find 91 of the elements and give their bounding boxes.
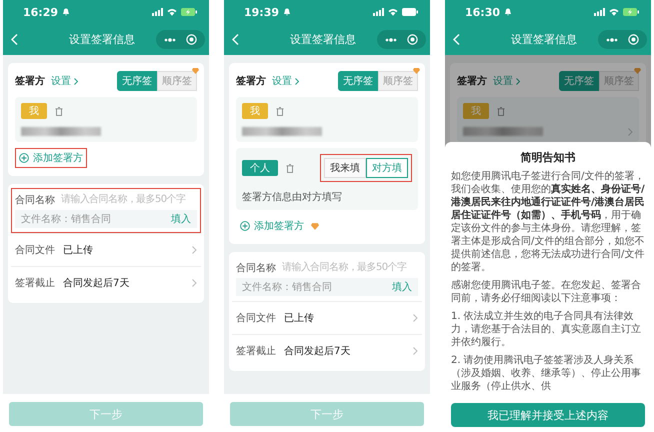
- row-value: 已上传: [284, 312, 314, 325]
- field-label: 合同名称: [236, 262, 276, 274]
- page-title: 设置签署信息: [289, 32, 357, 47]
- wifi-icon: [609, 8, 619, 16]
- fill-in-link[interactable]: 填入: [171, 212, 191, 226]
- page-title: 设置签署信息: [510, 32, 578, 47]
- page-title: 设置签署信息: [68, 32, 136, 47]
- party-note: 签署方信息由对方填写: [242, 190, 343, 204]
- fill-mode-option[interactable]: 对方填: [366, 158, 408, 178]
- chevron-icon: [628, 128, 633, 136]
- trash-icon[interactable]: [276, 106, 284, 116]
- bell-icon: [283, 8, 292, 16]
- more-icon[interactable]: [385, 38, 397, 42]
- signal-icon: [373, 8, 384, 16]
- notice-paragraph: 2. 请勿使用腾讯电子签签署涉及人身关系（涉及婚姻、收养、继承等）、停止公用事业服务（停止供水、供: [451, 354, 642, 393]
- suggestion-text: 文件名称：销售合同: [242, 280, 333, 294]
- status-time: 16:29: [23, 6, 58, 18]
- order-tab[interactable]: 无序签: [117, 71, 157, 91]
- wifi-icon: [167, 8, 177, 16]
- signers-label: 签署方: [236, 74, 266, 88]
- order-tab[interactable]: 无序签: [559, 71, 599, 91]
- status-time: 19:39: [244, 6, 280, 18]
- row-label: 合同文件: [15, 244, 56, 257]
- capsule-menu[interactable]: [598, 30, 647, 49]
- close-target-icon[interactable]: [186, 34, 197, 45]
- capsule-menu[interactable]: [156, 30, 205, 49]
- add-signer-button[interactable]: 添加签署方: [236, 216, 308, 236]
- back-icon[interactable]: [453, 34, 460, 45]
- party-tag: 个人: [242, 160, 278, 176]
- order-tab[interactable]: 顺序签: [157, 71, 197, 91]
- field-label: 合同名称: [15, 194, 55, 206]
- diamond-icon: [413, 68, 420, 74]
- chevron-icon: [413, 347, 418, 355]
- chevron-icon: [192, 246, 197, 254]
- trash-icon[interactable]: [55, 106, 63, 116]
- order-tab[interactable]: 顺序签: [599, 71, 639, 91]
- row-value: 已上传: [63, 244, 93, 257]
- notice-title: 简明告知书: [520, 150, 576, 165]
- settings-link[interactable]: 设置: [272, 74, 292, 88]
- more-icon[interactable]: [164, 38, 176, 42]
- diamond-icon: [192, 68, 199, 74]
- signers-label: 签署方: [15, 74, 45, 88]
- close-target-icon[interactable]: [407, 34, 418, 45]
- order-tab[interactable]: 顺序签: [378, 71, 418, 91]
- fill-in-link[interactable]: 填入: [392, 280, 412, 294]
- notice-paragraph: 感谢您使用腾讯电子签。在您发起、签署合同前，请务必仔细阅读以下注意事项：: [451, 279, 642, 305]
- back-icon[interactable]: [232, 34, 239, 45]
- setting-row[interactable]: 合同文件 已上传: [232, 301, 422, 334]
- contract-name-input[interactable]: 请输入合同名称，最多50个字: [282, 260, 418, 275]
- row-label: 合同文件: [236, 312, 277, 325]
- signal-icon: [594, 8, 605, 16]
- add-signer-button[interactable]: 添加签署方: [15, 148, 87, 168]
- diamond-icon: [634, 68, 641, 74]
- bell-icon: [504, 8, 512, 16]
- chevron-icon: [413, 314, 418, 322]
- setting-row[interactable]: 签署截止 合同发起后7天: [232, 334, 422, 367]
- suggestion-text: 文件名称：销售合同: [21, 212, 112, 226]
- chevron-icon: [295, 78, 299, 84]
- contract-name-input[interactable]: 请输入合同名称，最多50个字: [61, 192, 197, 207]
- trash-icon[interactable]: [286, 164, 294, 172]
- settings-link[interactable]: 设置: [51, 74, 71, 88]
- order-tab[interactable]: 无序签: [338, 71, 378, 91]
- accept-button[interactable]: 我已理解并接受上述内容: [451, 403, 645, 427]
- notice-paragraph: 1. 依法成立并生效的电子合同具有法律效力，请您基于合法目的、真实意愿自主订立并依约履行。: [451, 310, 642, 349]
- row-value: 合同发起后7天: [284, 344, 350, 358]
- wifi-icon: [388, 8, 398, 16]
- chevron-icon: [192, 279, 197, 287]
- signal-icon: [152, 8, 163, 16]
- more-icon[interactable]: [606, 38, 618, 42]
- back-icon[interactable]: [11, 34, 18, 45]
- close-target-icon[interactable]: [628, 34, 639, 45]
- signers-label: 签署方: [457, 74, 487, 88]
- settings-link[interactable]: 设置: [493, 74, 513, 88]
- party-tag: 我: [242, 103, 268, 119]
- notice-paragraph: 如您使用腾讯电子签进行合同/文件的签署，我们会收集、使用您的真实姓名、身份证号/港澳居民来往内地通行证证件号/港澳台居民居住证证件号（如需）、手机号码，用于确定该份文件的参与主体身份。请您理解，签署主体是形成合同/文件的组合部分，如您不提供前述信息，您将无法成功进行合同/文件的签署。: [451, 170, 645, 274]
- party-tag: 我: [21, 103, 47, 119]
- row-label: 签署截止: [15, 276, 56, 290]
- row-value: 合同发起后7天: [63, 276, 130, 290]
- chevron-icon: [516, 78, 520, 84]
- plus-circle-icon: [240, 221, 250, 231]
- status-time: 16:30: [465, 6, 500, 18]
- party-tag: 我: [463, 103, 489, 119]
- trash-icon[interactable]: [497, 106, 505, 116]
- setting-row[interactable]: 签署截止 合同发起后7天: [11, 266, 201, 299]
- plus-circle-icon: [19, 153, 29, 163]
- chevron-icon: [74, 78, 78, 84]
- fill-mode-option[interactable]: 我来填: [324, 158, 366, 178]
- bell-icon: [62, 8, 70, 16]
- setting-row[interactable]: 合同文件 已上传: [11, 233, 201, 266]
- capsule-menu[interactable]: [377, 30, 426, 49]
- row-label: 签署截止: [236, 344, 277, 358]
